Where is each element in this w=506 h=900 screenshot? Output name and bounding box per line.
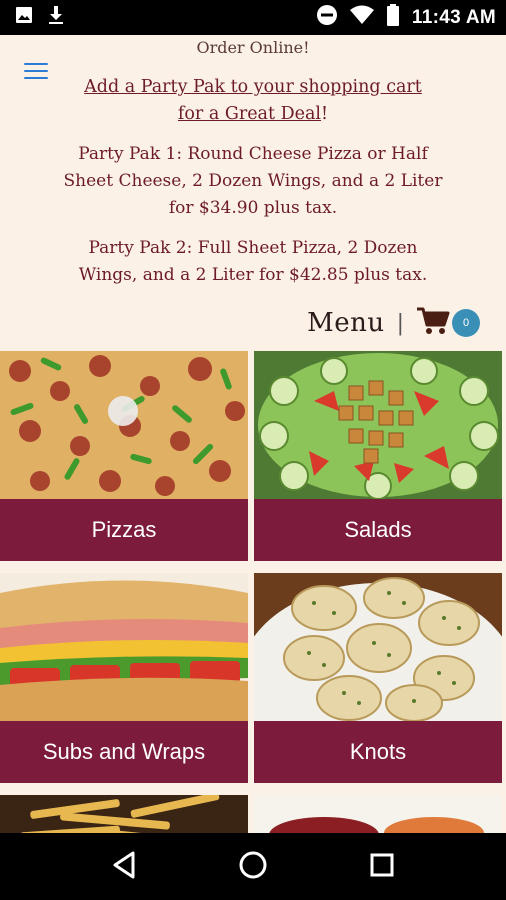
status-time: 11:43 AM [411, 6, 496, 28]
recents-square-icon [369, 852, 395, 882]
recents-button[interactable] [362, 847, 402, 887]
home-circle-icon [238, 850, 268, 884]
menu-row: Menu | 0 [307, 303, 480, 343]
status-right: 11:43 AM [316, 4, 496, 31]
sub-sandwich-image [0, 573, 248, 721]
do-not-disturb-icon [316, 4, 338, 31]
cart-count-badge: 0 [452, 309, 480, 337]
menu-separator: | [396, 310, 404, 336]
category-label-salads: Salads [254, 499, 502, 561]
category-tile-subs-and-wraps[interactable]: Subs and Wraps [0, 573, 248, 783]
party-pak-2-text: Party Pak 2: Full Sheet Pizza, 2 Dozen W… [78, 238, 428, 285]
party-pak-promo-link[interactable]: Add a Party Pak to your shopping cart fo… [84, 77, 422, 124]
status-bar: 11:43 AM [0, 0, 506, 35]
order-online-heading: Order Online! [196, 38, 310, 57]
fries-image [0, 795, 248, 833]
salad-image [254, 351, 502, 499]
category-tile-knots[interactable]: Knots [254, 573, 502, 783]
party-pak-1-text: Party Pak 1: Round Cheese Pizza or Half … [63, 144, 443, 218]
pizza-image [0, 351, 248, 499]
download-icon [46, 4, 66, 31]
category-tile-sauces[interactable] [254, 795, 502, 833]
category-label-pizzas: Pizzas [0, 499, 248, 561]
battery-icon [386, 4, 400, 31]
menu-label[interactable]: Menu [307, 308, 385, 338]
category-label-subs-and-wraps: Subs and Wraps [0, 721, 248, 783]
category-tile-pizzas[interactable]: Pizzas [0, 351, 248, 561]
cart-button[interactable]: 0 [416, 306, 480, 340]
navigation-bar [0, 833, 506, 900]
wifi-icon [349, 5, 374, 30]
promo-text: Add a Party Pak to your shopping cart fo… [70, 74, 436, 128]
garlic-knots-image [254, 573, 502, 721]
category-tile-fries[interactable] [0, 795, 248, 833]
shopping-cart-icon [416, 306, 450, 340]
status-left [14, 4, 66, 31]
main-content: Order Online! Add a Party Pak to your sh… [0, 35, 506, 833]
hamburger-menu-icon[interactable] [24, 63, 48, 79]
promo-suffix: ! [321, 104, 329, 124]
back-button[interactable] [104, 847, 144, 887]
category-label-knots: Knots [254, 721, 502, 783]
home-button[interactable] [233, 847, 273, 887]
back-triangle-icon [111, 851, 137, 883]
image-icon [14, 5, 34, 30]
category-tile-salads[interactable]: Salads [254, 351, 502, 561]
sauces-image [254, 795, 502, 833]
